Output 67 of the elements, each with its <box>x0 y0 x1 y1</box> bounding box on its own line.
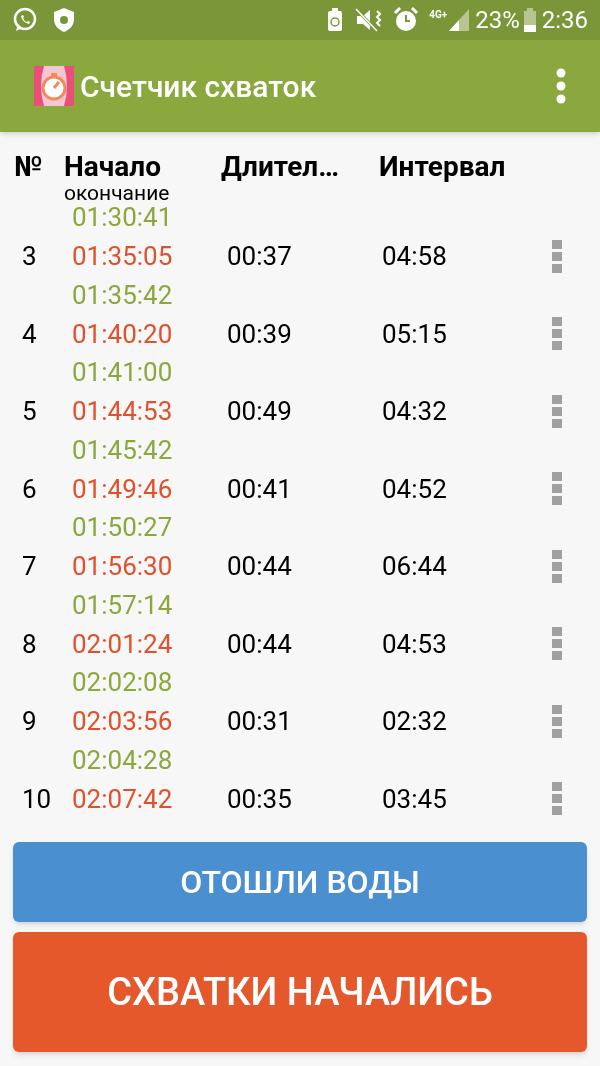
signal-icon <box>449 9 470 31</box>
row-menu-icon[interactable] <box>552 782 562 816</box>
row-number: 7 <box>21 550 38 583</box>
action-button[interactable]: ОТОШЛИ ВОДЫ <box>13 842 587 922</box>
column-subheader: окончание <box>64 182 171 204</box>
start-time: 01:44:53 <box>72 395 174 428</box>
start-time: 02:01:24 <box>72 627 174 661</box>
duration: 00:31 <box>227 705 293 738</box>
start-time: 01:35:05 <box>72 240 174 273</box>
row-menu-icon[interactable] <box>552 394 562 429</box>
interval: 04:52 <box>382 472 448 506</box>
shield-icon <box>52 7 76 33</box>
column-header: Интервал <box>379 152 507 182</box>
end-time: 02:02:08 <box>72 666 173 700</box>
start-time: 02:07:42 <box>72 782 174 816</box>
duration: 00:41 <box>227 472 293 506</box>
duration: 00:39 <box>227 317 293 351</box>
column-header: Начало <box>64 152 162 182</box>
end-time: 02:04:28 <box>72 743 173 777</box>
row-menu-icon[interactable] <box>552 239 562 274</box>
interval: 06:44 <box>382 550 448 583</box>
row-number: 5 <box>21 395 38 428</box>
row-number: 8 <box>21 627 38 661</box>
row-number: 4 <box>21 317 38 351</box>
row-menu-icon[interactable] <box>552 704 562 739</box>
interval: 04:58 <box>382 240 448 273</box>
battery-percent: 23% <box>475 5 520 36</box>
end-time: 01:57:14 <box>72 588 173 622</box>
row-menu-icon[interactable] <box>552 549 562 584</box>
row-menu-icon[interactable] <box>552 472 562 506</box>
row-menu-icon[interactable] <box>552 627 562 661</box>
column-header: Длител… <box>221 152 340 182</box>
start-time: 02:03:56 <box>72 705 174 738</box>
app-title: Счетчик схваток <box>80 67 317 106</box>
battery-saver-icon <box>327 8 344 32</box>
row-menu-icon[interactable] <box>552 317 562 351</box>
interval: 04:53 <box>382 627 448 661</box>
start-time: 01:40:20 <box>72 317 174 351</box>
interval: 03:45 <box>382 782 448 816</box>
column-header: № <box>14 152 44 182</box>
chat-icon <box>12 7 38 33</box>
interval: 04:32 <box>382 395 448 428</box>
duration: 00:35 <box>227 782 293 816</box>
clock: 2:36 <box>541 5 588 36</box>
alarm-icon <box>393 7 420 33</box>
duration: 00:44 <box>227 627 293 661</box>
end-time: 01:35:42 <box>72 278 173 312</box>
interval: 02:32 <box>382 705 448 738</box>
duration: 00:49 <box>227 395 293 428</box>
interval: 05:15 <box>382 317 448 351</box>
row-number: 9 <box>21 705 38 738</box>
overflow-menu-icon[interactable] <box>556 68 566 104</box>
end-time: 01:45:42 <box>72 433 173 467</box>
start-time: 01:56:30 <box>72 550 174 583</box>
battery-icon <box>523 8 536 32</box>
duration: 00:37 <box>227 240 293 273</box>
duration: 00:44 <box>227 550 293 583</box>
start-time: 01:49:46 <box>72 472 174 506</box>
row-number: 10 <box>21 782 53 816</box>
action-button[interactable]: СХВАТКИ НАЧАЛИСЬ <box>13 932 587 1052</box>
end-time: 01:41:00 <box>72 356 173 390</box>
row-number: 3 <box>21 240 38 273</box>
network-type: 4G+ <box>429 10 448 20</box>
end-time: 01:30:41 <box>72 201 173 234</box>
end-time: 01:50:27 <box>72 511 173 545</box>
app-icon <box>34 66 74 106</box>
row-number: 6 <box>21 472 38 506</box>
